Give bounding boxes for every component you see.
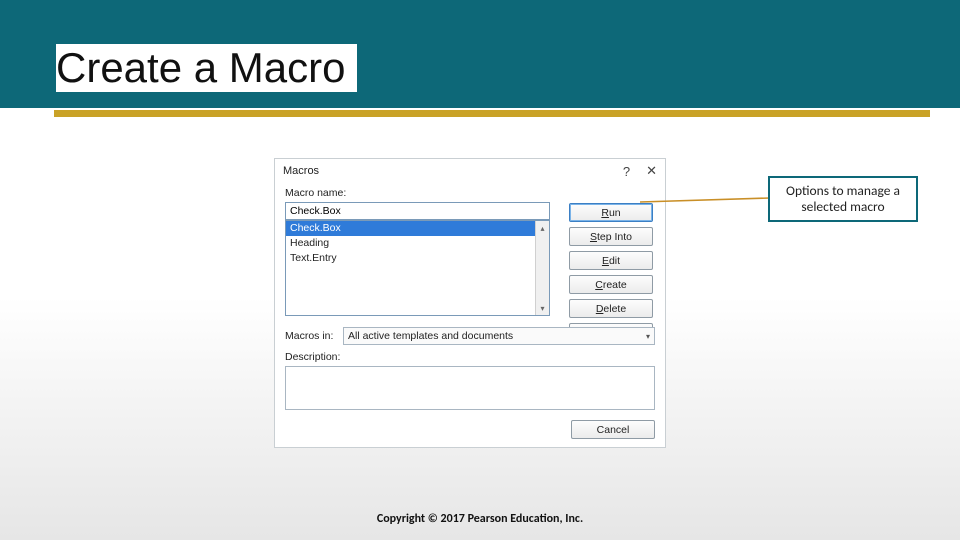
dialog-titlebar: Macros ? ✕ [275,159,665,183]
listbox-scrollbar[interactable]: ▴ ▾ [535,221,549,315]
run-button[interactable]: Run [569,203,653,222]
macros-dialog: Macros ? ✕ Macro name: Check.Box Heading… [274,158,666,448]
callout-box: Options to manage a selected macro [768,176,918,222]
macro-name-label: Macro name: [285,187,550,199]
gold-underline [54,110,930,117]
macro-listbox[interactable]: Check.Box Heading Text.Entry ▴ ▾ [285,220,550,316]
edit-button[interactable]: Edit [569,251,653,270]
callout-text: Options to manage a selected macro [770,183,916,215]
dialog-title: Macros [283,165,319,177]
macros-in-label: Macros in: [285,330,337,342]
list-item[interactable]: Text.Entry [286,251,549,266]
delete-button[interactable]: Delete [569,299,653,318]
create-button[interactable]: Create [569,275,653,294]
cancel-button[interactable]: Cancel [571,420,655,439]
slide-title: Create a Macro [56,44,357,92]
copyright-footer: Copyright © 2017 Pearson Education, Inc. [0,512,960,526]
description-label: Description: [285,351,340,363]
macros-in-select[interactable]: All active templates and documents ▾ [343,327,655,345]
list-item[interactable]: Check.Box [286,221,549,236]
close-icon[interactable]: ✕ [646,163,657,179]
description-box[interactable] [285,366,655,410]
list-item[interactable]: Heading [286,236,549,251]
macro-name-input[interactable] [285,202,550,220]
help-icon[interactable]: ? [623,164,630,179]
title-bar: Create a Macro [0,0,960,108]
dialog-button-column: Run Step Into Edit Create Delete Organiz… [569,203,655,342]
slide-header: Create a Macro [0,0,960,122]
chevron-down-icon: ▾ [646,332,650,341]
scroll-up-icon[interactable]: ▴ [536,221,549,235]
step-into-button[interactable]: Step Into [569,227,653,246]
macros-in-value: All active templates and documents [348,330,513,342]
title-divider [0,110,960,122]
scroll-down-icon[interactable]: ▾ [536,301,549,315]
dialog-body: Macro name: Check.Box Heading Text.Entry… [275,183,665,447]
